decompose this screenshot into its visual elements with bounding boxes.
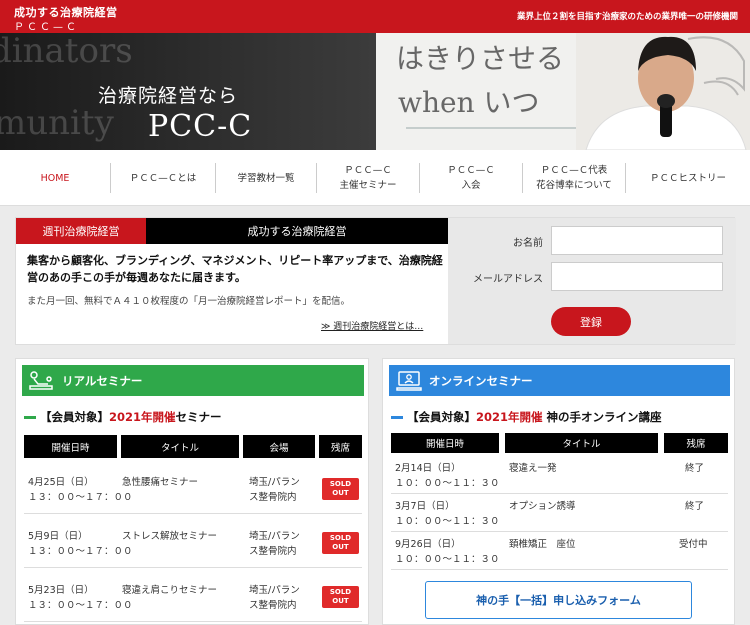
speaker-photo-icon — [576, 33, 750, 150]
seminar-venue: 埼玉/パラン ス整骨院内 — [249, 477, 300, 503]
register-button[interactable]: 登録 — [551, 307, 631, 336]
nav-item-about[interactable]: ＰＣＣ—Ｃとは — [111, 150, 215, 206]
seminar-date: 4月25日（日） １３：００〜１７：００ — [28, 477, 133, 503]
name-label: お名前 — [513, 238, 543, 249]
hero-title: 治療院経営なら — [98, 85, 239, 107]
seminar-date: 5月23日（日） １３：００〜１７：００ — [28, 585, 133, 611]
massage-icon — [22, 365, 62, 396]
newsletter-description: 集客から顧客化、ブランディング、マネジメント、リピート率アップまで、治療院経営の… — [27, 254, 443, 284]
seminar-venue: 埼玉/パラン ス整骨院内 — [249, 531, 300, 557]
newsletter-tab-success[interactable]: 成功する治療院経営 — [146, 218, 448, 244]
real-seminar-title: 【会員対象】2021年開催セミナー — [24, 409, 222, 425]
name-input[interactable] — [551, 226, 723, 255]
nav-item-seminars[interactable]: ＰＣＣ—Ｃ 主催セミナー — [317, 150, 419, 206]
video-call-icon — [389, 365, 429, 396]
online-seminar-card: オンラインセミナー 【会員対象】2021年開催 神の手オンライン講座 開催日時 … — [382, 358, 735, 625]
email-label: メールアドレス — [473, 274, 543, 285]
column-header-seats: 残席 — [664, 433, 728, 453]
hero-brand: PCC-C — [148, 109, 253, 144]
online-seminar-title: 【会員対象】2021年開催 神の手オンライン講座 — [391, 409, 662, 425]
logo-sub[interactable]: ＰＣＣ—Ｃ — [14, 18, 79, 33]
hero-photo: はきりさせる when いつ — [376, 33, 750, 150]
seminar-status: 受付中 — [679, 539, 708, 550]
seminar-title[interactable]: 頚椎矯正 座位 — [509, 537, 576, 552]
seminar-title[interactable]: オプション誘導 — [509, 499, 576, 514]
newsletter-form: お名前 メールアドレス 登録 — [448, 218, 736, 344]
seminar-venue: 埼玉/パラン ス整骨院内 — [249, 585, 300, 611]
newsletter-panel: 週刊治療院経営 成功する治療院経営 集客から顧客化、ブランディング、マネジメント… — [15, 217, 736, 345]
site-header: dinators munity 治療院経営なら PCC-C はきりさせる whe… — [0, 0, 750, 150]
header-top-bar: 成功する治療院経営 ＰＣＣ—Ｃ 業界上位２割を目指す治療家のための業界唯一の研修… — [0, 0, 750, 33]
real-seminar-header: リアルセミナー — [22, 365, 364, 396]
newsletter-about-link[interactable]: ≫ 週刊治療院経営とは… — [321, 319, 423, 332]
sold-out-badge: SOLD OUT — [322, 532, 359, 554]
column-header-title: タイトル — [121, 435, 239, 458]
column-header-title: タイトル — [505, 433, 658, 453]
seminar-title[interactable]: 寝違え肩こりセミナー — [122, 583, 217, 598]
main-nav: HOME ＰＣＣ—Ｃとは 学習教材一覧 ＰＣＣ—Ｃ 主催セミナー ＰＣＣ—Ｃ 入… — [0, 150, 750, 206]
newsletter-tab-weekly[interactable]: 週刊治療院経営 — [16, 218, 146, 244]
sold-out-badge: SOLD OUT — [322, 478, 359, 500]
nav-item-representative[interactable]: ＰＣＣ—Ｃ代表 花谷博幸について — [523, 150, 625, 206]
column-header-date: 開催日時 — [391, 433, 499, 453]
sold-out-badge: SOLD OUT — [322, 586, 359, 608]
whiteboard-text: はきりさせる — [396, 42, 565, 75]
apply-form-button[interactable]: 神の手【一括】申し込みフォーム — [425, 581, 692, 619]
online-seminar-header: オンラインセミナー — [389, 365, 730, 396]
seminar-title[interactable]: 急性腰痛セミナー — [122, 475, 198, 490]
nav-item-materials[interactable]: 学習教材一覧 — [216, 150, 316, 206]
newsletter-subtext: また月一回、無料でＡ４１０枚程度の「月一治療院経営レポート」を配信。 — [27, 296, 351, 307]
column-header-venue: 会場 — [243, 435, 315, 458]
seminar-title[interactable]: 寝違え一発 — [509, 461, 557, 476]
real-seminar-header-label: リアルセミナー — [62, 373, 143, 388]
seminar-status: 終了 — [685, 501, 705, 512]
seminar-date: 9月26日（日） １０：００〜１１：３０ — [395, 539, 500, 565]
nav-item-history[interactable]: ＰＣＣヒストリー — [626, 150, 750, 206]
whiteboard-text: when いつ — [398, 86, 540, 119]
online-seminar-header-label: オンラインセミナー — [429, 373, 533, 388]
email-input[interactable] — [551, 262, 723, 291]
seminar-date: 5月9日（日） １３：００〜１７：００ — [28, 531, 133, 557]
seminar-date: 2月14日（日） １０：００〜１１：３０ — [395, 463, 500, 489]
column-header-seats: 残席 — [319, 435, 362, 458]
hero-left-panel: dinators munity 治療院経営なら PCC-C — [0, 33, 376, 150]
hero-bg-word: dinators — [0, 33, 133, 71]
seminar-date: 3月7日（日） １０：００〜１１：３０ — [395, 501, 500, 527]
real-seminar-card: リアルセミナー 【会員対象】2021年開催セミナー 開催日時 タイトル 会場 残… — [15, 358, 369, 625]
seminar-title[interactable]: ストレス解放セミナー — [122, 529, 217, 544]
nav-item-home[interactable]: HOME — [0, 150, 110, 206]
seminar-status: 終了 — [685, 463, 705, 474]
column-header-date: 開催日時 — [24, 435, 117, 458]
nav-item-join[interactable]: ＰＣＣ—Ｃ 入会 — [420, 150, 522, 206]
tagline: 業界上位２割を目指す治療家のための業界唯一の研修機関 — [516, 12, 738, 22]
hero-bg-word: munity — [0, 103, 114, 143]
